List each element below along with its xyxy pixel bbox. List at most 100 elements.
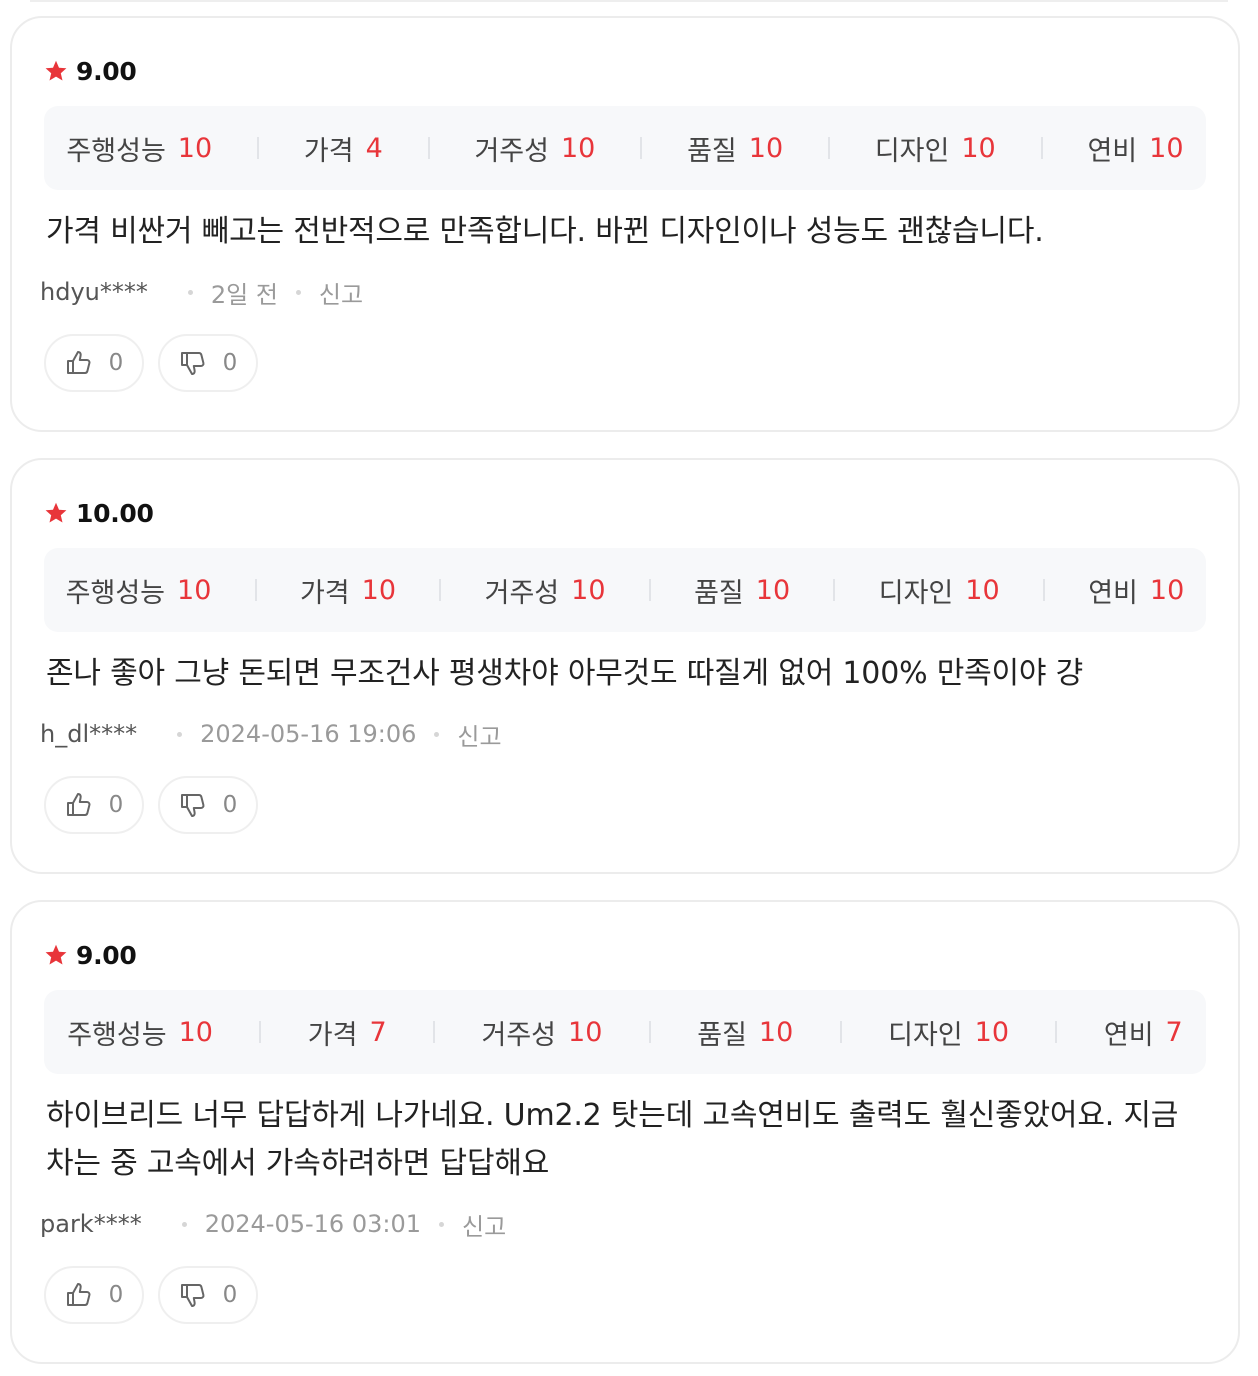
criterion-label: 품질: [694, 577, 744, 609]
rating-score: 9.00: [76, 56, 137, 86]
criterion-label: 품질: [697, 1019, 747, 1051]
criterion-label: 연비: [1088, 577, 1138, 609]
divider: [827, 137, 830, 159]
criteria-box: 주행성능 10 가격 4 거주성 10 품질 10 디자인 10 연비 10: [44, 106, 1206, 190]
thumbs-down-icon: [180, 352, 205, 375]
criterion-label: 주행성능: [66, 135, 166, 167]
dislike-button[interactable]: 0: [158, 776, 258, 834]
criterion-label: 가격: [303, 135, 354, 167]
criterion-label: 연비: [1087, 135, 1138, 167]
divider: [259, 1021, 262, 1043]
dislike-count: 0: [222, 792, 238, 818]
criterion-value: 10: [568, 1016, 603, 1048]
star-icon: [45, 60, 67, 81]
rating-row: 10.00: [44, 498, 154, 528]
criterion-value: 7: [369, 1016, 387, 1048]
divider: [640, 137, 643, 159]
criterion-value: 10: [177, 574, 212, 606]
rating-score: 9.00: [76, 940, 137, 970]
divider: [648, 579, 651, 601]
report-link[interactable]: 신고: [319, 275, 363, 310]
author-name: park****: [40, 1210, 142, 1238]
criterion-price: 가격 4: [304, 129, 383, 168]
divider: [1040, 137, 1043, 159]
like-button[interactable]: 0: [44, 1266, 144, 1324]
criterion-label: 디자인: [888, 1019, 963, 1051]
criterion-quality: 품질 10: [694, 571, 790, 610]
divider: [427, 137, 430, 159]
criterion-value: 10: [361, 574, 397, 606]
criterion-value: 10: [571, 574, 606, 606]
criterion-fuel: 연비 7: [1104, 1013, 1183, 1052]
criterion-driving: 주행성능 10: [67, 1013, 213, 1052]
criterion-label: 거주성: [474, 135, 549, 167]
criterion-fuel: 연비 10: [1088, 571, 1184, 610]
review-meta: park**** 2024-05-16 03:01 신고: [40, 1207, 506, 1242]
vote-row: 0 0: [44, 776, 258, 834]
criterion-label: 품질: [687, 135, 737, 167]
dislike-button[interactable]: 0: [158, 334, 258, 392]
thumbs-up-icon: [66, 1283, 91, 1306]
like-count: 0: [108, 350, 124, 376]
criterion-label: 가격: [307, 1019, 358, 1051]
divider: [439, 579, 442, 601]
dislike-count: 0: [222, 1282, 238, 1308]
thumbs-up-icon: [66, 793, 91, 816]
criterion-value: 10: [177, 132, 213, 164]
criterion-value: 10: [758, 1016, 794, 1048]
criterion-label: 가격: [299, 577, 350, 609]
criterion-value: 10: [178, 1016, 213, 1048]
vote-row: 0 0: [44, 1266, 258, 1324]
separator-dot: [177, 731, 183, 737]
criterion-design: 디자인 10: [879, 571, 1000, 610]
review-text: 가격 비싼거 빼고는 전반적으로 만족합니다. 바뀐 디자인이나 성능도 괜찮습…: [46, 214, 1044, 249]
like-count: 0: [108, 792, 124, 818]
star-icon: [45, 502, 67, 523]
separator-dot: [434, 731, 440, 737]
criterion-value: 10: [965, 574, 1000, 606]
criterion-value: 10: [748, 132, 784, 164]
divider: [433, 1021, 436, 1043]
criterion-label: 주행성능: [65, 577, 166, 609]
criterion-value: 10: [755, 574, 791, 606]
like-count: 0: [108, 1282, 124, 1308]
review-card: 9.00 주행성능 10 가격 7 거주성 10 품질 10 디자인 10 연비 7 하이브…: [10, 900, 1240, 1364]
vote-row: 0 0: [44, 334, 258, 392]
criterion-label: 주행성능: [67, 1019, 167, 1051]
rating-row: 9.00: [44, 940, 137, 970]
review-meta: h_dl**** 2024-05-16 19:06 신고: [40, 717, 502, 752]
review-card: 9.00 주행성능 10 가격 4 거주성 10 품질 10 디자인 10 연비 10 가격…: [10, 16, 1240, 432]
criterion-value: 10: [1149, 574, 1185, 606]
report-link[interactable]: 신고: [462, 1207, 506, 1242]
thumbs-up-icon: [66, 351, 91, 374]
review-date: 2일 전: [210, 280, 278, 309]
separator-dot: [181, 1221, 187, 1227]
criterion-value: 10: [974, 1016, 1010, 1048]
divider: [254, 579, 257, 601]
review-text: 존나 좋아 그냥 돈되면 무조건사 평생차야 아무것도 따질게 없어 100% …: [46, 656, 1084, 691]
separator-dot: [439, 1221, 444, 1227]
review-date: 2024-05-16 03:01: [204, 1210, 421, 1238]
separator-dot: [187, 289, 193, 295]
criteria-box: 주행성능 10 가격 7 거주성 10 품질 10 디자인 10 연비 7: [44, 990, 1206, 1074]
divider: [833, 579, 836, 601]
top-divider: [30, 0, 1228, 2]
criterion-value: 10: [961, 132, 996, 164]
separator-dot: [295, 289, 301, 295]
criterion-price: 가격 10: [300, 571, 396, 610]
report-link[interactable]: 신고: [457, 717, 501, 752]
dislike-button[interactable]: 0: [158, 1266, 258, 1324]
criterion-value: 10: [1149, 132, 1184, 164]
criterion-design: 디자인 10: [875, 129, 996, 168]
review-date: 2024-05-16 19:06: [200, 720, 417, 748]
criterion-comfort: 거주성 10: [482, 1013, 603, 1052]
divider: [1042, 579, 1045, 601]
like-button[interactable]: 0: [44, 334, 144, 392]
criterion-quality: 품질 10: [687, 129, 783, 168]
star-icon: [45, 944, 67, 965]
like-button[interactable]: 0: [44, 776, 144, 834]
criterion-fuel: 연비 10: [1087, 129, 1183, 168]
criterion-driving: 주행성능 10: [66, 571, 212, 610]
criterion-comfort: 거주성 10: [485, 571, 606, 610]
criterion-design: 디자인 10: [888, 1013, 1009, 1052]
